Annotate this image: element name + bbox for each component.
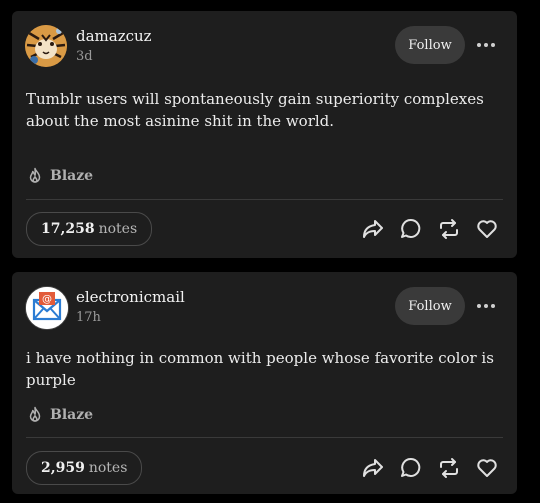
divider — [26, 199, 503, 200]
notes-label: notes — [88, 460, 128, 476]
timestamp[interactable]: 17h — [76, 310, 101, 325]
blaze-button[interactable]: Blaze — [26, 167, 93, 185]
reblog-icon[interactable] — [437, 456, 461, 480]
share-icon[interactable] — [361, 456, 385, 480]
blaze-button[interactable]: Blaze — [26, 406, 93, 424]
divider — [26, 437, 503, 438]
notes-button[interactable]: 17,258 notes — [26, 212, 153, 246]
flame-icon — [29, 167, 41, 183]
notes-label: notes — [98, 221, 138, 237]
username[interactable]: damazcuz — [76, 27, 152, 45]
reblog-icon[interactable] — [437, 217, 461, 241]
post-body: i have nothing in common with people who… — [26, 349, 494, 389]
avatar[interactable] — [25, 25, 67, 67]
post-card: damazcuz 3d Follow Tumblr users will spo… — [12, 11, 517, 258]
heart-icon[interactable] — [475, 217, 499, 241]
share-icon[interactable] — [361, 217, 385, 241]
post-actions — [361, 217, 499, 241]
post-card: @ electronicmail 17h Follow i have nothi… — [12, 272, 517, 494]
post-actions — [361, 456, 499, 480]
post-body: Tumblr users will spontaneously gain sup… — [26, 90, 484, 130]
notes-count: 17,258 — [41, 221, 95, 237]
flame-icon — [29, 406, 41, 422]
reply-icon[interactable] — [399, 217, 423, 241]
blaze-label: Blaze — [50, 407, 94, 423]
svg-text:@: @ — [42, 294, 52, 305]
timestamp[interactable]: 3d — [76, 49, 93, 64]
username[interactable]: electronicmail — [76, 288, 185, 306]
blaze-label: Blaze — [50, 168, 94, 184]
tiger-avatar-icon — [25, 25, 67, 67]
notes-count: 2,959 — [41, 460, 85, 476]
reply-icon[interactable] — [399, 456, 423, 480]
follow-button[interactable]: Follow — [395, 287, 465, 325]
more-options-icon[interactable] — [474, 35, 498, 55]
more-options-icon[interactable] — [474, 296, 498, 316]
notes-button[interactable]: 2,959 notes — [26, 451, 143, 485]
email-envelope-avatar-icon: @ — [26, 287, 68, 329]
avatar[interactable]: @ — [25, 286, 69, 330]
heart-icon[interactable] — [475, 456, 499, 480]
follow-button[interactable]: Follow — [395, 26, 465, 64]
